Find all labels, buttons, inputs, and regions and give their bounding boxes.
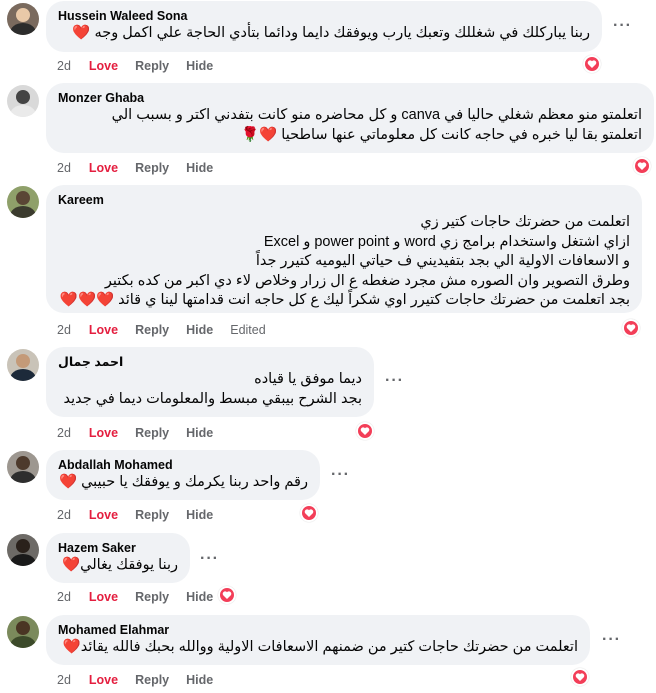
comment-text: ربنا يوفقك يغالي❤️ [62,557,178,573]
love-button[interactable]: Love [89,672,118,688]
love-button[interactable]: Love [89,322,118,338]
avatar[interactable] [7,534,39,566]
love-button[interactable]: Love [89,58,118,74]
hide-button[interactable]: Hide [186,507,213,523]
comment-actions: 2d Love Reply Hide [57,425,230,441]
reply-button[interactable]: Reply [135,58,169,74]
love-reaction-icon[interactable] [356,422,374,440]
edited-label[interactable]: Edited [230,322,265,338]
more-options-icon[interactable]: ··· [385,373,404,389]
comment-text: ربنا يباركلك في شغللك وتعبك يارب ويوفقك … [72,25,590,41]
comment-bubble: Abdallah Mohamed رقم واحد ربنا يكرمك و ي… [46,450,320,500]
more-options-icon[interactable]: ··· [331,467,350,483]
comment-text: اتعلمت من حضرتك حاجات كتير من ضمنهم الاس… [62,639,578,655]
comment-actions: 2d Love Reply Hide [57,507,230,523]
more-options-icon[interactable]: ··· [200,551,219,567]
reply-button[interactable]: Reply [135,589,169,605]
hide-button[interactable]: Hide [186,672,213,688]
comment-bubble: Kareem اتعلمت من حضرتك حاجات كتير زي ازا… [46,185,642,313]
comment-actions: 2d Love Reply Hide [57,672,230,688]
comment-text: اتعلمتو منو معظم شغلي حاليا في canva و ك… [111,107,642,143]
more-options-icon[interactable]: ··· [602,632,621,648]
comment-timestamp[interactable]: 2d [57,589,71,605]
reply-button[interactable]: Reply [135,507,169,523]
love-reaction-icon[interactable] [633,157,651,175]
hide-button[interactable]: Hide [186,160,213,176]
comment-author[interactable]: Kareem [58,192,630,208]
comment-author[interactable]: احمد جمال [58,354,362,370]
comment-bubble: Mohamed Elahmar اتعلمت من حضرتك حاجات كت… [46,615,590,665]
love-button[interactable]: Love [89,507,118,523]
comment-actions: 2d Love Reply Hide [57,58,230,74]
hide-button[interactable]: Hide [186,589,213,605]
hide-button[interactable]: Hide [186,322,213,338]
comment-bubble: Hazem Saker ربنا يوفقك يغالي❤️ [46,533,190,583]
love-button[interactable]: Love [89,425,118,441]
comment-timestamp[interactable]: 2d [57,160,71,176]
comment-author[interactable]: Monzer Ghaba [58,90,642,106]
reply-button[interactable]: Reply [135,425,169,441]
comment-actions: 2d Love Reply Hide Edited [57,322,283,338]
love-reaction-icon[interactable] [300,504,318,522]
reply-button[interactable]: Reply [135,672,169,688]
comment-timestamp[interactable]: 2d [57,322,71,338]
avatar[interactable] [7,616,39,648]
comment-timestamp[interactable]: 2d [57,672,71,688]
love-reaction-icon[interactable] [622,319,640,337]
avatar[interactable] [7,451,39,483]
reply-button[interactable]: Reply [135,160,169,176]
comment-timestamp[interactable]: 2d [57,425,71,441]
comment-author[interactable]: Mohamed Elahmar [58,622,578,638]
comment-author[interactable]: Hussein Waleed Sona [58,8,590,24]
love-button[interactable]: Love [89,589,118,605]
comment-timestamp[interactable]: 2d [57,58,71,74]
comment-author[interactable]: Abdallah Mohamed [58,457,308,473]
love-reaction-icon[interactable] [583,55,601,73]
comment-text: رقم واحد ربنا يكرمك و يوفقك يا حبيبي ❤️ [59,474,308,490]
comment-bubble: Monzer Ghaba اتعلمتو منو معظم شغلي حاليا… [46,83,654,153]
hide-button[interactable]: Hide [186,425,213,441]
reply-button[interactable]: Reply [135,322,169,338]
comment-actions: 2d Love Reply Hide [57,589,230,605]
love-reaction-icon[interactable] [571,668,589,686]
avatar[interactable] [7,3,39,35]
comment-bubble: Hussein Waleed Sona ربنا يباركلك في شغلل… [46,1,602,52]
comment-timestamp[interactable]: 2d [57,507,71,523]
more-options-icon[interactable]: ··· [613,18,632,34]
avatar[interactable] [7,349,39,381]
comment-author[interactable]: Hazem Saker [58,540,178,556]
comment-text: ديما موفق يا قياده بجد الشرح بيبقي مبسط … [63,371,362,407]
comment-actions: 2d Love Reply Hide [57,160,230,176]
hide-button[interactable]: Hide [186,58,213,74]
avatar[interactable] [7,186,39,218]
avatar[interactable] [7,85,39,117]
love-button[interactable]: Love [89,160,118,176]
comment-bubble: احمد جمال ديما موفق يا قياده بجد الشرح ب… [46,347,374,417]
comment-text: اتعلمت من حضرتك حاجات كتير زي ازاي اشتغل… [59,214,630,308]
